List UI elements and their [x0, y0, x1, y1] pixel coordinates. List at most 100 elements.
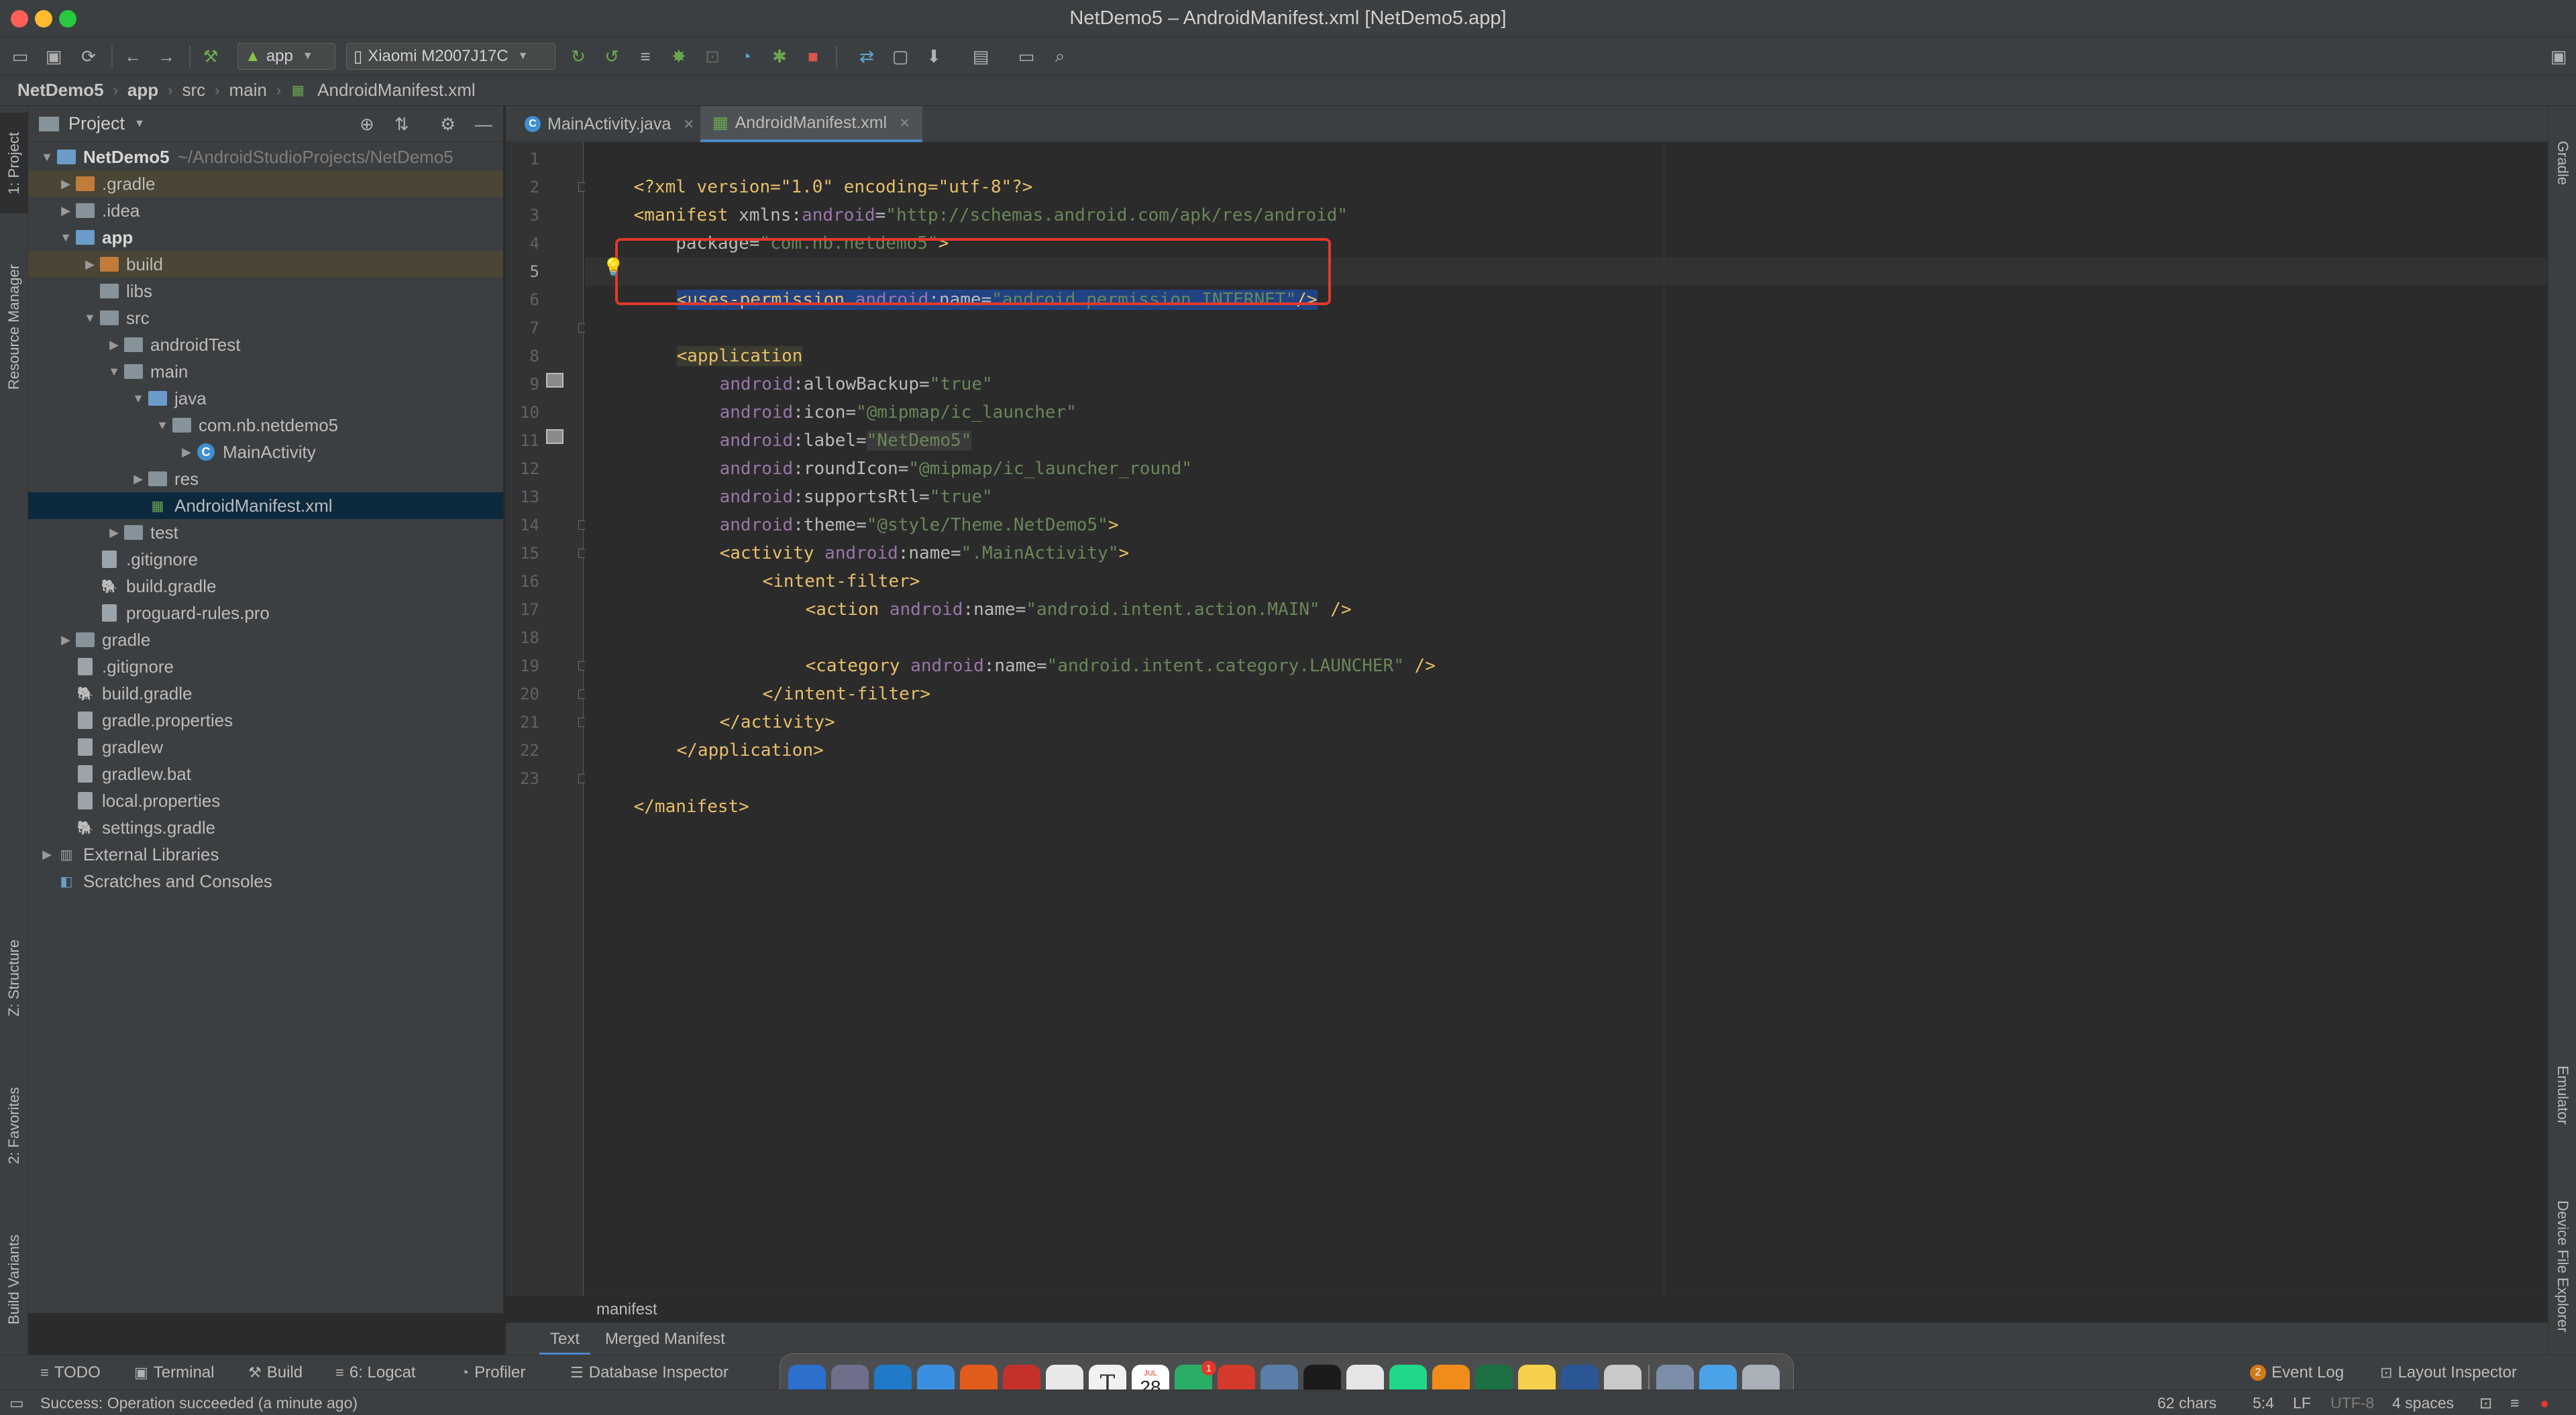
sync-gradle-icon[interactable]: ⇄	[855, 44, 879, 68]
avd-manager-icon[interactable]: ▢	[888, 44, 912, 68]
memory-icon[interactable]: ≡	[2510, 1394, 2519, 1412]
tab-project[interactable]: 1: Project	[0, 113, 28, 213]
breadcrumb-item[interactable]: app	[125, 80, 161, 101]
tree-item-androidmanifest[interactable]: ▦ AndroidManifest.xml	[28, 492, 503, 519]
tree-item-gradlew[interactable]: gradlew	[28, 734, 503, 760]
terminal-window-icon[interactable]: ▭	[1014, 44, 1038, 68]
image-preview-icon[interactable]	[546, 429, 564, 444]
tab-structure[interactable]: Z: Structure	[0, 917, 28, 1038]
chevron-right-icon[interactable]: ▶	[80, 258, 99, 272]
tree-item-main[interactable]: ▼ main	[28, 358, 503, 385]
tab-resource-manager[interactable]: Resource Manager	[0, 240, 28, 414]
run-config-selector[interactable]: ▲ app ▼	[237, 43, 335, 70]
tab-emulator[interactable]: Emulator	[2548, 1038, 2576, 1152]
breadcrumb-item[interactable]: main	[226, 80, 269, 101]
chevron-right-icon[interactable]: ▶	[38, 848, 56, 862]
status-message[interactable]: Success: Operation succeeded (a minute a…	[40, 1394, 358, 1412]
chevron-down-icon[interactable]: ▼	[56, 231, 75, 245]
tab-favorites[interactable]: 2: Favorites	[0, 1065, 28, 1186]
back-arrow-icon[interactable]: ←	[121, 44, 145, 68]
tree-item-proguard[interactable]: proguard-rules.pro	[28, 600, 503, 626]
tree-item-app[interactable]: ▼ app	[28, 224, 503, 251]
tree-item-gradle-properties[interactable]: gradle.properties	[28, 707, 503, 734]
debug-icon[interactable]: ✸	[667, 44, 691, 68]
status-toggle-icon[interactable]: ▭	[9, 1394, 24, 1412]
status-cursor-position[interactable]: 5:4	[2253, 1394, 2274, 1412]
tree-item-libs[interactable]: libs	[28, 278, 503, 304]
tree-item-src[interactable]: ▼ src	[28, 304, 503, 331]
chevron-right-icon[interactable]: ▶	[105, 526, 123, 540]
tree-item-root-build-gradle[interactable]: 🐘 build.gradle	[28, 680, 503, 707]
tab-profiler[interactable]: ◔ Profiler	[460, 1361, 525, 1385]
tab-event-log[interactable]: 2 Event Log	[2250, 1361, 2344, 1385]
tree-item-build-gradle[interactable]: 🐘 build.gradle	[28, 573, 503, 600]
run-icon[interactable]: ≡	[633, 44, 657, 68]
error-icon[interactable]: ●	[2540, 1394, 2549, 1412]
tab-merged-manifest[interactable]: Merged Manifest	[594, 1323, 736, 1355]
tab-androidmanifest-xml[interactable]: ▦ AndroidManifest.xml ✕	[700, 106, 922, 142]
chevron-right-icon[interactable]: ▶	[56, 633, 75, 647]
status-indent[interactable]: 4 spaces	[2392, 1394, 2454, 1412]
breadcrumb-item[interactable]: NetDemo5	[15, 80, 107, 101]
tab-build-variants[interactable]: Build Variants	[0, 1212, 28, 1347]
chevron-down-icon[interactable]: ▼	[80, 311, 99, 325]
tab-mainactivity-java[interactable]: C MainActivity.java ✕	[513, 106, 706, 142]
tree-item-scratches[interactable]: ◧ Scratches and Consoles	[28, 868, 503, 895]
sdk-manager-icon[interactable]: ⬇	[922, 44, 946, 68]
open-folder-icon[interactable]: ▭	[8, 44, 32, 68]
breadcrumb-item[interactable]: src	[179, 80, 208, 101]
tree-item-build[interactable]: ▶ build	[28, 251, 503, 278]
tab-gradle[interactable]: Gradle	[2548, 119, 2576, 207]
tree-item-mainactivity[interactable]: ▶ C MainActivity	[28, 439, 503, 465]
image-preview-icon[interactable]	[546, 373, 564, 388]
tree-item-test[interactable]: ▶ test	[28, 519, 503, 546]
tab-text[interactable]: Text	[539, 1323, 591, 1355]
tree-item-gradlew-bat[interactable]: gradlew.bat	[28, 760, 503, 787]
tree-item-external-libraries[interactable]: ▶ ▥ External Libraries	[28, 841, 503, 868]
sync-icon[interactable]: ⟳	[76, 44, 101, 68]
device-selector[interactable]: ▯ Xiaomi M2007J17C ▼	[346, 43, 555, 70]
tree-item-res[interactable]: ▶ res	[28, 465, 503, 492]
status-line-separator[interactable]: LF	[2293, 1394, 2311, 1412]
intention-bulb-icon[interactable]: 💡	[602, 257, 624, 278]
stop-icon[interactable]: ■	[801, 44, 825, 68]
tree-item-local-properties[interactable]: local.properties	[28, 787, 503, 814]
chevron-down-icon[interactable]: ▼	[153, 418, 172, 433]
chevron-down-icon[interactable]: ▼	[129, 392, 148, 406]
tab-database-inspector[interactable]: ☰ Database Inspector	[570, 1361, 729, 1385]
status-encoding[interactable]: UTF-8	[2330, 1394, 2374, 1412]
project-view-selector[interactable]: Project	[68, 113, 125, 134]
breadcrumb-item[interactable]: AndroidManifest.xml	[315, 80, 478, 101]
chevron-right-icon[interactable]: ▶	[177, 445, 196, 459]
locate-icon[interactable]: ⊕	[360, 114, 374, 135]
chevron-down-icon[interactable]: ▼	[134, 118, 145, 130]
tree-item-netdemo5[interactable]: ▼ NetDemo5 ~/AndroidStudioProjects/NetDe…	[28, 144, 503, 170]
tree-item-gradle[interactable]: ▶ gradle	[28, 626, 503, 653]
attach-debugger-icon[interactable]: ✱	[767, 44, 792, 68]
close-icon[interactable]: ✕	[683, 116, 694, 133]
close-icon[interactable]: ✕	[899, 115, 910, 131]
tree-item-settings-gradle[interactable]: 🐘 settings.gradle	[28, 814, 503, 841]
save-icon[interactable]: ▣	[42, 44, 66, 68]
tree-item-gradle-hidden[interactable]: ▶ .gradle	[28, 170, 503, 197]
apply-changes-restart-icon[interactable]: ↻	[566, 44, 590, 68]
editor-breadcrumb[interactable]: manifest	[506, 1296, 2548, 1322]
project-structure-icon[interactable]: ▤	[969, 44, 993, 68]
tree-item-gitignore[interactable]: .gitignore	[28, 546, 503, 573]
coverage-icon[interactable]: ⊡	[700, 44, 724, 68]
make-project-hammer-icon[interactable]: ⚒	[199, 44, 223, 68]
tree-item-root-gitignore[interactable]: .gitignore	[28, 653, 503, 680]
chevron-right-icon[interactable]: ▶	[129, 472, 148, 486]
search-icon[interactable]: ⌕	[1048, 44, 1072, 68]
tab-terminal[interactable]: ▣ Terminal	[134, 1361, 215, 1385]
tree-item-java[interactable]: ▼ java	[28, 385, 503, 412]
user-account-icon[interactable]: ▣	[2546, 44, 2571, 68]
tab-layout-inspector[interactable]: ⊡ Layout Inspector	[2380, 1361, 2517, 1385]
chevron-right-icon[interactable]: ▶	[56, 204, 75, 218]
tab-build[interactable]: ⚒ Build	[248, 1361, 303, 1385]
tree-item-idea[interactable]: ▶ .idea	[28, 197, 503, 224]
chevron-down-icon[interactable]: ▼	[105, 365, 123, 379]
chevron-right-icon[interactable]: ▶	[56, 177, 75, 191]
forward-arrow-icon[interactable]: →	[154, 44, 178, 68]
lock-icon[interactable]: ⊡	[2479, 1394, 2492, 1412]
